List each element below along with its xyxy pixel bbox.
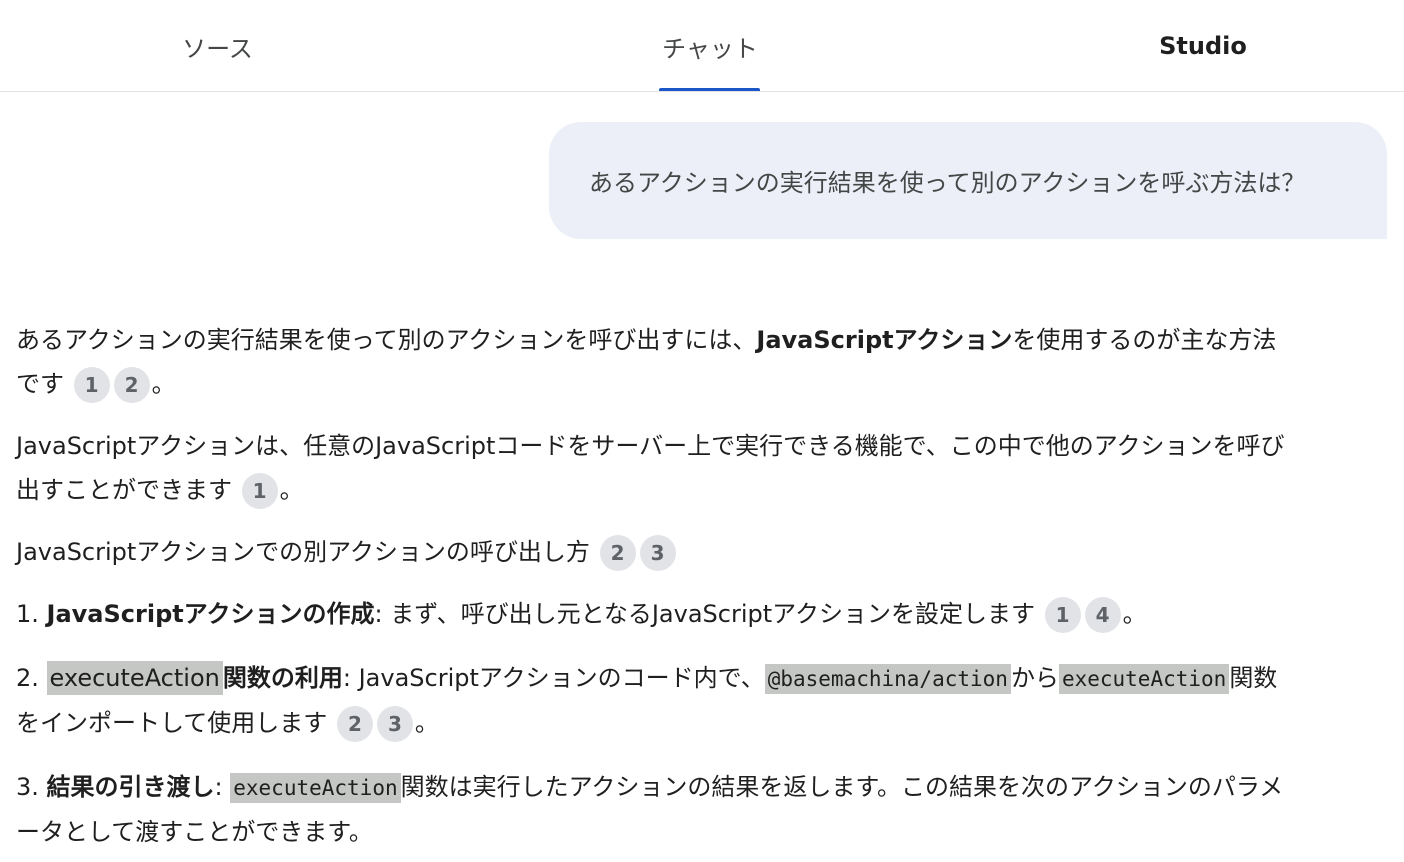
answer-text: 。 (279, 476, 304, 504)
inline-code: executeAction (1058, 664, 1230, 694)
answer-bold-text: 結果の引き渡し (46, 773, 215, 801)
tab-sources[interactable]: ソース (150, 0, 285, 92)
answer-text: : (214, 773, 231, 801)
assistant-answer: あるアクションの実行結果を使って別のアクションを呼び出すには、JavaScrip… (16, 318, 1286, 854)
citation-chip[interactable]: 1 (1044, 597, 1081, 633)
tab-studio[interactable]: Studio (1130, 0, 1276, 92)
highlighted-term: executeAction (46, 661, 223, 695)
answer-step-3: 3. 結果の引き渡し: executeAction 関数は実行したアクションの結果… (16, 765, 1286, 854)
answer-bold-text: JavaScriptアクションの作成 (46, 600, 375, 628)
citation-chip[interactable]: 3 (376, 706, 413, 742)
user-message-bubble: あるアクションの実行結果を使って別のアクションを呼ぶ方法は？ (549, 122, 1387, 239)
answer-paragraph: あるアクションの実行結果を使って別のアクションを呼び出すには、JavaScrip… (16, 318, 1286, 406)
citation-chip[interactable]: 1 (241, 473, 278, 509)
answer-step-1: 1. JavaScriptアクションの作成: まず、呼び出し元となるJavaSc… (16, 592, 1286, 636)
answer-paragraph: JavaScriptアクションは、任意のJavaScriptコードをサーバー上で… (16, 424, 1286, 512)
answer-text: 。 (414, 709, 439, 737)
answer-bold-text: JavaScriptアクション (756, 326, 1013, 354)
citation-chip[interactable]: 2 (599, 535, 636, 571)
answer-bold-text: 関数の利用 (222, 664, 343, 692)
step-number: 1. (16, 600, 47, 628)
answer-text: 。 (151, 370, 176, 398)
user-message-text: あるアクションの実行結果を使って別のアクションを呼ぶ方法は？ (589, 169, 1306, 197)
tab-chat[interactable]: チャット (640, 0, 780, 92)
answer-text: : JavaScriptアクションのコード内で、 (342, 664, 765, 692)
answer-text: から (1010, 664, 1059, 692)
answer-text: JavaScriptアクションは、任意のJavaScriptコードをサーバー上で… (16, 432, 1285, 504)
tab-bar: ソース チャット Studio (0, 0, 1404, 92)
answer-section-heading: JavaScriptアクションでの別アクションの呼び出し方 23 (16, 530, 1286, 574)
citation-chip[interactable]: 1 (73, 367, 110, 403)
answer-text: 。 (1122, 600, 1147, 628)
citation-chip[interactable]: 4 (1084, 597, 1121, 633)
step-number: 2. (16, 664, 47, 692)
inline-code: executeAction (230, 773, 401, 803)
citation-chip[interactable]: 3 (639, 535, 676, 571)
active-tab-indicator (659, 88, 760, 91)
citation-chip[interactable]: 2 (336, 706, 373, 742)
answer-text: JavaScriptアクションでの別アクションの呼び出し方 (16, 538, 590, 566)
answer-text: : まず、呼び出し元となるJavaScriptアクションを設定します (374, 600, 1035, 628)
answer-step-2: 2. executeAction 関数の利用: JavaScriptアクションのコ… (16, 656, 1286, 745)
step-number: 3. (16, 773, 47, 801)
inline-code: @basemachina/action (764, 664, 1011, 694)
citation-chip[interactable]: 2 (113, 367, 150, 403)
answer-text: あるアクションの実行結果を使って別のアクションを呼び出すには、 (16, 326, 757, 354)
